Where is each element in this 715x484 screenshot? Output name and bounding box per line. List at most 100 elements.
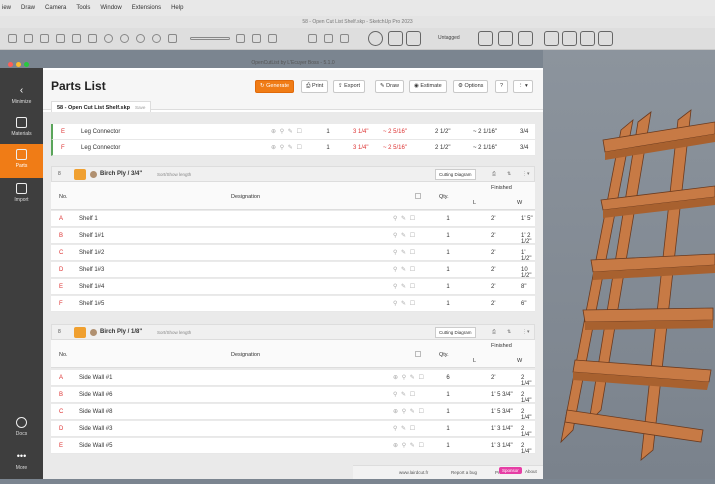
pencil-icon[interactable] [40, 34, 49, 43]
print-icon[interactable]: ⎙ [492, 329, 496, 335]
col-qty[interactable]: Qty. [439, 352, 449, 358]
row-actions[interactable]: ⚲ ✎ ☐ [393, 215, 416, 222]
row-actions[interactable]: ⚲ ✎ ☐ [393, 266, 416, 273]
slider-icon[interactable] [190, 37, 230, 40]
row-actions[interactable]: ⊕ ⚲ ✎ ☐ [393, 442, 425, 449]
tag-select[interactable]: Untagged [438, 35, 460, 41]
row-actions[interactable]: ⚲ ✎ ☐ [393, 249, 416, 256]
col-length[interactable]: L [473, 200, 476, 206]
pan-icon[interactable] [120, 34, 129, 43]
table-row[interactable]: E Leg Connector ⊕ ⚲ ✎ ☐ 1 3 1/4" ~ 2 5/1… [51, 124, 535, 140]
sidebar-item-materials[interactable]: Materials [0, 112, 43, 146]
menu-tools[interactable]: Tools [76, 5, 90, 11]
xray-icon[interactable] [268, 34, 277, 43]
model-info-icon[interactable] [406, 31, 421, 46]
export-icon[interactable] [598, 31, 613, 46]
menu-view[interactable]: iew [2, 5, 11, 11]
shadows-icon[interactable] [518, 31, 533, 46]
3d-viewport[interactable] [543, 50, 715, 479]
select-icon[interactable] [8, 34, 17, 43]
cutting-diagram-button[interactable]: Cutting Diagram [435, 327, 476, 338]
row-actions[interactable]: ⊕ ⚲ ✎ ☐ [393, 374, 425, 381]
print-button[interactable]: ⎙ Print [301, 80, 329, 93]
arc-icon[interactable] [56, 34, 65, 43]
table-row[interactable]: B Shelf 1#1 ⚲ ✎ ☐ 1 2' 1' 2 1/2" [51, 228, 535, 245]
table-row[interactable]: A Side Wall #1 ⊕ ⚲ ✎ ☐ 6 2' 2 1/4" [51, 370, 535, 387]
col-width[interactable]: W [517, 200, 522, 206]
row-actions[interactable]: ⊕ ⚲ ✎ ☐ [271, 144, 303, 151]
col-length[interactable]: L [473, 358, 476, 364]
extension-icon[interactable] [562, 31, 577, 46]
sidebar-item-import[interactable]: Import [0, 178, 43, 212]
menu-help[interactable]: Help [171, 5, 183, 11]
table-row[interactable]: E Shelf 1#4 ⚲ ✎ ☐ 1 2' 8" [51, 279, 535, 295]
sponsor-button[interactable]: Sponsor [499, 467, 522, 474]
website-link[interactable]: www.lairdcut.fr [399, 470, 428, 475]
layers-icon[interactable] [340, 34, 349, 43]
minimize-window-icon[interactable] [16, 62, 21, 67]
export-button[interactable]: ⇪ Export [333, 80, 366, 93]
warehouse-icon[interactable] [544, 31, 559, 46]
menu-draw[interactable]: Draw [21, 5, 35, 11]
estimate-button[interactable]: ◉ Estimate [409, 80, 447, 93]
draw-button[interactable]: ✎ Draw [375, 80, 404, 93]
sidebar-item-docs[interactable]: Docs [0, 412, 43, 446]
zoom-extents-icon[interactable] [152, 34, 161, 43]
zoom-icon[interactable] [136, 34, 145, 43]
table-row[interactable]: A Shelf 1 ⚲ ✎ ☐ 1 2' 1' 5" [51, 211, 535, 227]
row-actions[interactable]: ⊕ ⚲ ✎ ☐ [393, 408, 425, 415]
table-row[interactable]: F Shelf 1#5 ⚲ ✎ ☐ 1 2' 6" [51, 296, 535, 312]
section-icon[interactable] [236, 34, 245, 43]
zoom-window-icon[interactable] [24, 62, 29, 67]
row-actions[interactable]: ⊕ ⚲ ✎ ☐ [271, 128, 303, 135]
push-pull-icon[interactable] [88, 34, 97, 43]
sidebar-item-parts[interactable]: Parts [0, 144, 43, 178]
more-menu-button[interactable]: ⋮ ▾ [513, 80, 533, 93]
paint-icon[interactable] [498, 31, 513, 46]
row-actions[interactable]: ⚲ ✎ ☐ [393, 300, 416, 307]
table-row[interactable]: D Shelf 1#3 ⚲ ✎ ☐ 1 2' 10 1/2" [51, 262, 535, 279]
checkbox-icon[interactable] [415, 351, 421, 357]
group-menu-icon[interactable]: ⋮▾ [522, 329, 530, 335]
group-menu-icon[interactable]: ⋮▾ [522, 171, 530, 177]
table-row[interactable]: C Shelf 1#2 ⚲ ✎ ☐ 1 2' 1' 1/2" [51, 245, 535, 262]
help-button[interactable]: ? [495, 80, 509, 93]
tag-icon[interactable] [478, 31, 493, 46]
group-option[interactable]: Sort/Show length [157, 330, 191, 335]
report-bug-link[interactable]: Report a bug [451, 470, 477, 475]
rect-icon[interactable] [72, 34, 81, 43]
materials-icon[interactable] [324, 34, 333, 43]
sidebar-item-minimize[interactable]: ‹ Minimize [0, 80, 43, 114]
menu-camera[interactable]: Camera [45, 5, 66, 11]
collapse-icon[interactable]: ⇅ [507, 329, 511, 335]
col-designation[interactable]: Designation [231, 352, 260, 358]
row-actions[interactable]: ⚲ ✎ ☐ [393, 232, 416, 239]
table-row[interactable]: B Side Wall #6 ⚲ ✎ ☐ 1 1' 5 3/4" 2 1/4" [51, 387, 535, 404]
close-icon[interactable] [8, 62, 13, 67]
components-icon[interactable] [308, 34, 317, 43]
print-icon[interactable]: ⎙ [492, 171, 496, 177]
menu-window[interactable]: Window [100, 5, 121, 11]
col-width[interactable]: W [517, 358, 522, 364]
table-row[interactable]: C Side Wall #8 ⊕ ⚲ ✎ ☐ 1 1' 5 3/4" 2 1/4" [51, 404, 535, 421]
group-header[interactable]: 8 Birch Ply / 1/8" Sort/Show length Cutt… [51, 324, 535, 340]
row-actions[interactable]: ⚲ ✎ ☐ [393, 391, 416, 398]
table-row[interactable]: D Side Wall #3 ⚲ ✎ ☐ 1 1' 3 1/4" 2 1/4" [51, 421, 535, 438]
sidebar-item-more[interactable]: ••• More [0, 446, 43, 480]
col-designation[interactable]: Designation [231, 194, 260, 200]
group-option[interactable]: Sort/Show length [157, 172, 191, 177]
style-icon[interactable] [252, 34, 261, 43]
table-row[interactable]: F Leg Connector ⊕ ⚲ ✎ ☐ 1 3 1/4" ~ 2 5/1… [51, 140, 535, 156]
opencutlist-icon[interactable] [368, 31, 383, 46]
col-no[interactable]: No. [59, 194, 68, 200]
options-button[interactable]: ⚙ Options [453, 80, 489, 93]
eraser-icon[interactable] [24, 34, 33, 43]
row-actions[interactable]: ⚲ ✎ ☐ [393, 425, 416, 432]
generate-button[interactable]: ↻ Generate [255, 80, 295, 93]
group-header[interactable]: 8 Birch Ply / 3/4" Sort/Show length Cutt… [51, 166, 535, 182]
checkbox-icon[interactable] [415, 193, 421, 199]
row-actions[interactable]: ⚲ ✎ ☐ [393, 283, 416, 290]
cutting-diagram-button[interactable]: Cutting Diagram [435, 169, 476, 180]
collapse-icon[interactable]: ⇅ [507, 171, 511, 177]
table-row[interactable]: E Side Wall #5 ⊕ ⚲ ✎ ☐ 1 1' 3 1/4" 2 1/4" [51, 438, 535, 455]
